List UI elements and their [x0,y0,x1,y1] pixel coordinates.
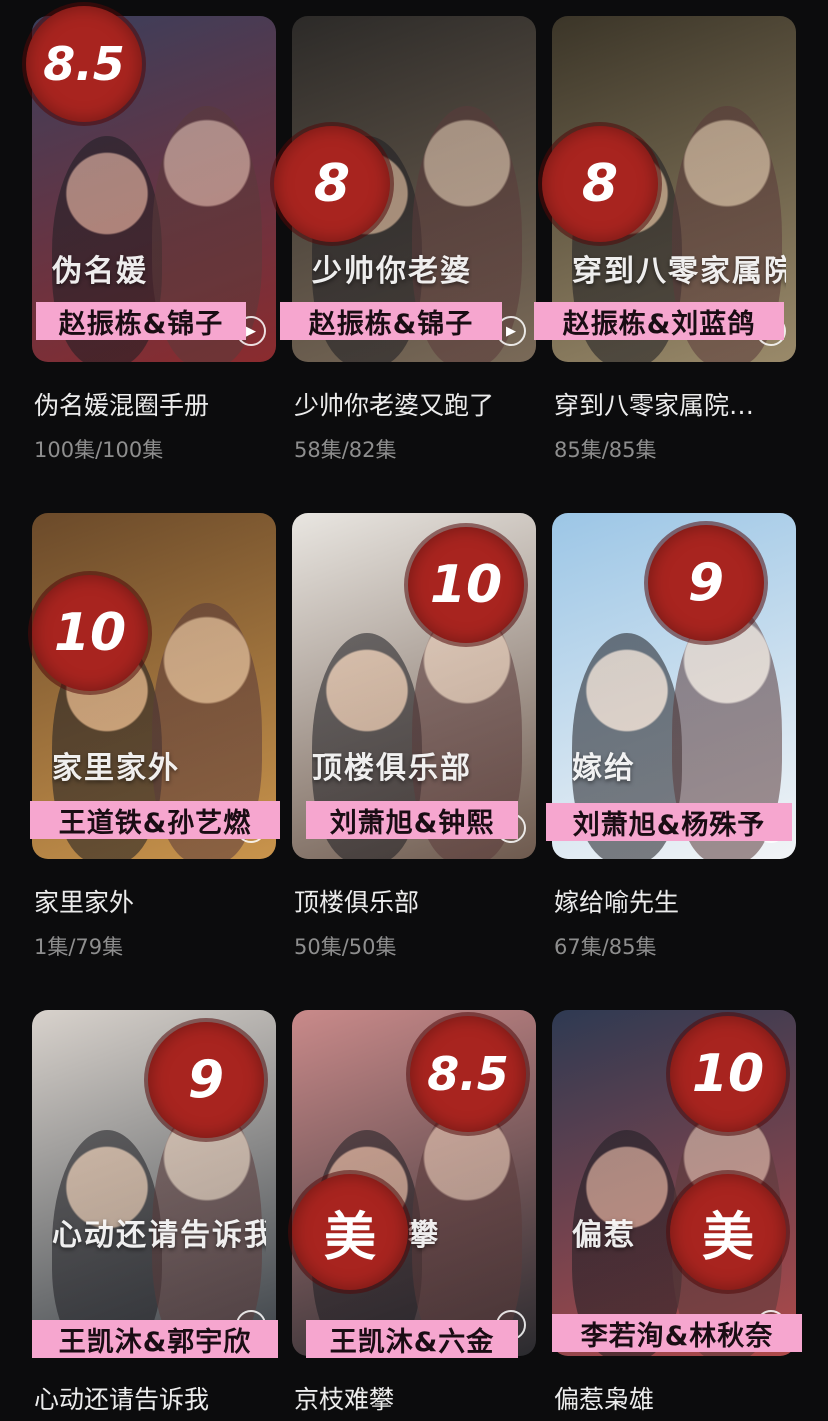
rating-badge: 10 [32,575,148,691]
episode-count: 67集/85集 [554,935,657,959]
poster-title-art: 穿到八零家属院 [572,254,786,289]
drama-card[interactable]: 穿到八零家属院▶8赵振栋&刘蓝鸽穿到八零家属院…85集/85集 [534,16,798,476]
cast-label: 赵振栋&锦子 [280,302,502,340]
episode-count: 50集/50集 [294,935,397,959]
poster-title-art: 伪名媛 [52,254,148,289]
rating-badge: 8 [274,126,390,242]
tag-badge: 美 [292,1174,408,1290]
drama-card[interactable]: 家里家外▶10王道铁&孙艺燃家里家外1集/79集 [30,513,280,973]
cast-label: 刘萧旭&钟熙 [306,801,518,839]
drama-card[interactable]: 偏惹▶10美李若洵&林秋奈偏惹枭雄 [552,1010,802,1416]
rating-badge: 10 [670,1016,786,1132]
poster-title-art: 心动还请告诉我 [52,1218,266,1253]
drama-title[interactable]: 嫁给喻先生 [554,883,798,919]
rating-badge: 10 [408,527,524,643]
poster-title-art: 偏惹 [572,1218,636,1253]
drama-card[interactable]: 嫁给▶9刘萧旭&杨殊予嫁给喻先生67集/85集 [546,513,798,973]
poster-title-art: 嫁给 [572,751,636,786]
drama-card[interactable]: 心动还请告诉我▶9王凯沐&郭宇欣心动还请告诉我 [32,1010,278,1416]
cast-label: 王凯沐&郭宇欣 [32,1320,278,1358]
poster-title-art: 少帅你老婆 [312,254,472,289]
cast-label: 王道铁&孙艺燃 [30,801,280,839]
cast-label: 刘萧旭&杨殊予 [546,803,792,841]
episode-count: 85集/85集 [554,438,657,462]
episode-count: 58集/82集 [294,438,397,462]
rating-badge: 9 [648,525,764,641]
drama-title[interactable]: 偏惹枭雄 [554,1380,798,1416]
cast-label: 王凯沐&六金 [306,1320,518,1358]
drama-title[interactable]: 心动还请告诉我 [34,1380,278,1416]
drama-card[interactable]: 顶楼俱乐部▶10刘萧旭&钟熙顶楼俱乐部50集/50集 [292,513,536,973]
poster-title-art: 顶楼俱乐部 [312,751,472,786]
drama-title[interactable]: 家里家外 [34,883,278,919]
rating-badge: 9 [148,1022,264,1138]
drama-card[interactable]: 伪名媛 ▶ 8.5 赵振栋&锦子 伪名媛混圈手册 100集/100集 [26,6,278,476]
drama-title[interactable]: 京枝难攀 [294,1380,538,1416]
drama-card[interactable]: 京枝难攀▶8.5美王凯沐&六金京枝难攀 [292,1010,536,1415]
drama-title[interactable]: 少帅你老婆又跑了 [294,386,538,422]
drama-grid: 伪名媛 ▶ 8.5 赵振栋&锦子 伪名媛混圈手册 100集/100集 少帅你老婆 ▶ 8 赵振栋&… [0,0,828,1421]
tag-badge: 美 [670,1174,786,1290]
drama-title[interactable]: 顶楼俱乐部 [294,883,538,919]
episode-count: 1集/79集 [34,935,124,959]
poster-title-art: 家里家外 [52,751,180,786]
rating-badge: 8.5 [410,1016,526,1132]
rating-badge: 8.5 [26,6,142,122]
cast-label: 赵振栋&刘蓝鸽 [534,302,784,340]
episode-count: 100集/100集 [34,438,164,462]
drama-title[interactable]: 伪名媛混圈手册 [34,386,278,422]
rating-badge: 8 [542,126,658,242]
drama-card[interactable]: 少帅你老婆 ▶ 8 赵振栋&锦子 少帅你老婆又跑了 58集/82集 [274,16,538,476]
cast-label: 赵振栋&锦子 [36,302,246,340]
cast-label: 李若洵&林秋奈 [552,1314,802,1352]
drama-title[interactable]: 穿到八零家属院… [554,386,798,422]
